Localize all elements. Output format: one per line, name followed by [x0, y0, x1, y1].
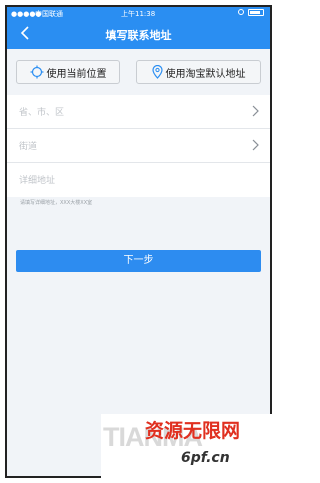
page-title: 填写联系地址: [105, 29, 172, 42]
phone-frame: ●●●●● 中国联通 上午11:38 填写联系地址 使用当前位置 使用淘宝默认地…: [5, 5, 272, 478]
detail-address-placeholder: 详细地址: [19, 176, 56, 186]
watermark-url: 6pf.cn: [181, 450, 230, 466]
watermark-chinese: 资源无限网: [145, 420, 241, 442]
crosshair-icon: [30, 65, 43, 79]
use-taobao-default-address-label: 使用淘宝默认地址: [165, 68, 246, 80]
use-current-location-label: 使用当前位置: [46, 68, 107, 80]
region-placeholder: 省、市、区: [19, 108, 65, 118]
use-taobao-default-address-button[interactable]: 使用淘宝默认地址: [136, 60, 261, 84]
watermark: TIANMA 资源无限网 6pf.cn: [101, 414, 272, 478]
street-selector[interactable]: 街道: [7, 129, 270, 163]
carrier-name: 中国联通: [35, 10, 63, 18]
address-hint: 请填写详细地址，XXX大楼XX室: [20, 200, 93, 206]
chevron-right-icon: [252, 139, 259, 151]
battery-icon: [248, 9, 264, 16]
use-current-location-button[interactable]: 使用当前位置: [16, 60, 120, 84]
status-bar: ●●●●● 中国联通 上午11:38: [7, 7, 270, 20]
location-pin-icon: [151, 65, 163, 79]
next-step-button[interactable]: 下一步: [16, 250, 261, 272]
chevron-right-icon: [252, 105, 259, 117]
street-placeholder: 街道: [19, 142, 38, 152]
detail-address-field[interactable]: 详细地址: [7, 163, 270, 197]
region-selector[interactable]: 省、市、区: [7, 95, 270, 129]
nav-bar: 填写联系地址: [7, 20, 270, 49]
address-form: 省、市、区 街道 详细地址: [7, 95, 270, 197]
status-time: 上午11:38: [121, 10, 156, 18]
location-button-row: 使用当前位置 使用淘宝默认地址: [7, 49, 270, 95]
header-bar: ●●●●● 中国联通 上午11:38 填写联系地址: [7, 7, 270, 49]
alarm-icon: [238, 9, 244, 15]
